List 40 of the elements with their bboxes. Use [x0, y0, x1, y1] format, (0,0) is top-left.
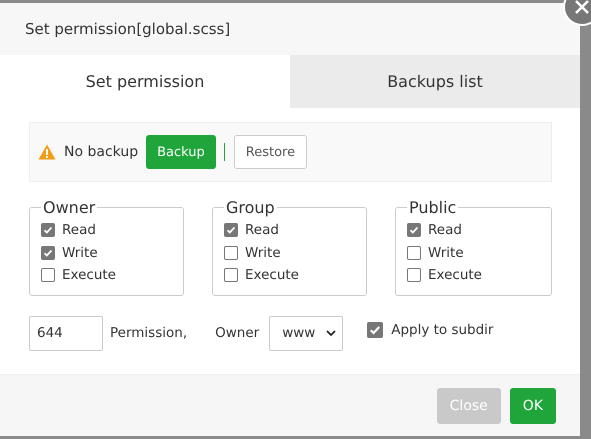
option-label: Execute — [245, 267, 299, 284]
checkbox[interactable] — [407, 246, 421, 260]
owner-label: Owner — [215, 325, 260, 341]
option-label: Write — [428, 244, 464, 261]
option-label: Read — [428, 222, 462, 238]
checkbox[interactable] — [224, 223, 238, 238]
permission-input[interactable]: 644 — [29, 316, 103, 350]
option-label: Read — [245, 222, 279, 238]
checkmark-icon — [226, 225, 236, 236]
checkbox[interactable] — [224, 268, 238, 282]
option-label: Read — [62, 222, 96, 238]
checkmark-icon — [409, 225, 419, 236]
restore-button[interactable]: Restore — [234, 135, 308, 169]
checkmark-icon — [43, 225, 53, 236]
checkbox[interactable] — [224, 246, 238, 260]
divider-line — [224, 143, 226, 161]
checkbox[interactable] — [41, 268, 55, 282]
option-label: Execute — [428, 267, 482, 284]
checkbox[interactable] — [41, 246, 55, 260]
backup-status: No backup — [64, 144, 138, 160]
tab[interactable]: Backups list — [290, 55, 580, 108]
checkmark-icon — [369, 324, 382, 336]
option-label: Execute — [62, 267, 116, 284]
owner-dropdown[interactable]: www — [269, 316, 344, 350]
apply-label: Apply to subdir — [391, 322, 494, 338]
permission-label: Permission, — [110, 325, 188, 341]
option-label: Write — [245, 244, 281, 261]
group-legend: Public — [407, 198, 458, 217]
dialog-title: Set permission[global.scss] — [25, 20, 230, 38]
checkbox[interactable] — [407, 268, 421, 282]
close-icon — [574, 0, 590, 15]
option-label: Write — [62, 244, 98, 261]
chevron-icon — [326, 330, 336, 336]
group-legend: Owner — [41, 198, 98, 217]
checkbox[interactable] — [41, 223, 55, 238]
checkmark-icon — [43, 248, 53, 258]
checkbox[interactable] — [407, 223, 421, 238]
warning-icon — [38, 144, 56, 160]
group-legend: Group — [224, 198, 277, 217]
checkbox[interactable] — [367, 322, 384, 338]
